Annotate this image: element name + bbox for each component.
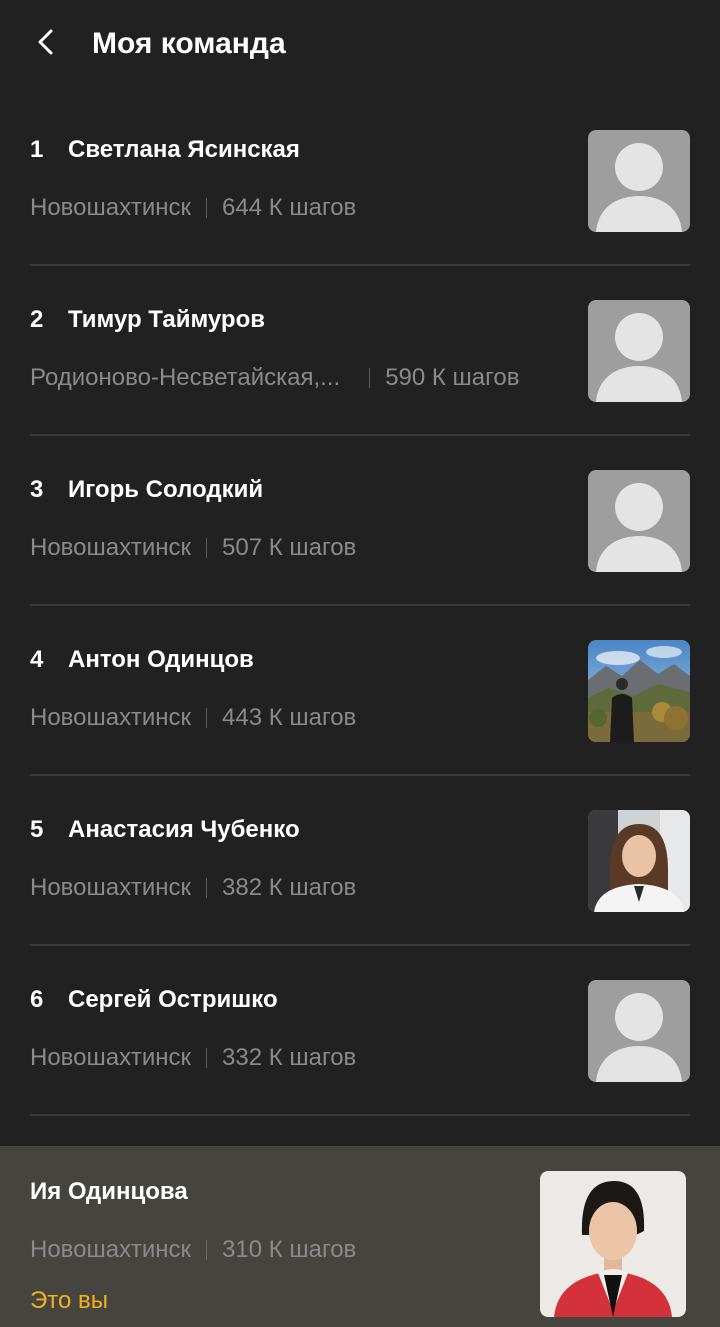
page-title: Моя команда [92,27,286,60]
team-member-row[interactable]: 1 Светлана Ясинская Новошахтинск 644 К ша… [0,96,720,266]
separator [206,708,207,728]
member-heading: 6 Сергей Остришко [30,984,278,1016]
member-steps: 443 К шагов [222,704,357,731]
member-city: Новошахтинск [30,704,191,731]
member-meta: Родионово-Несветайская,... 590 К шагов [30,362,519,394]
current-user-avatar-photo [540,1171,686,1317]
member-heading: 2 Тимур Таймуров [30,304,265,336]
current-user-steps: 310 К шагов [222,1236,357,1263]
user-placeholder-icon [596,993,682,1082]
member-steps: 644 К шагов [222,194,357,221]
separator [206,198,207,218]
avatar [588,130,690,232]
member-heading: 5 Анастасия Чубенко [30,814,300,846]
team-member-row[interactable]: 5 Анастасия Чубенко Новошахтинск 382 К ша… [0,776,720,946]
you-label: Это вы [30,1287,108,1314]
member-rank: 2 [30,306,44,333]
member-steps: 590 К шагов [385,364,520,391]
member-meta: Новошахтинск 507 К шагов [30,532,356,564]
member-heading: 4 Антон Одинцов [30,644,254,676]
member-city: Новошахтинск [30,874,191,901]
member-city: Родионово-Несветайская,... [30,364,341,391]
separator [206,1240,207,1260]
member-meta: Новошахтинск 644 К шагов [30,192,356,224]
avatar-photo [588,810,690,912]
team-member-row[interactable]: 3 Игорь Солодкий Новошахтинск 507 К шагов [0,436,720,606]
member-rank: 3 [30,476,44,503]
member-meta: Новошахтинск 443 К шагов [30,702,356,734]
separator [369,368,371,388]
team-list: 1 Светлана Ясинская Новошахтинск 644 К ша… [0,96,720,1116]
member-name: Сергей Остришко [68,986,278,1013]
woman-portrait-photo [588,810,690,912]
avatar [588,300,690,402]
member-heading: 3 Игорь Солодкий [30,474,263,506]
user-placeholder-icon [596,313,682,402]
avatar-photo [588,640,690,742]
member-steps: 332 К шагов [222,1044,357,1071]
app-header: Моя команда [0,0,720,88]
separator [206,878,207,898]
member-rank: 1 [30,136,44,163]
member-rank: 5 [30,816,44,843]
member-steps: 507 К шагов [222,534,357,561]
member-name: Тимур Таймуров [68,306,266,333]
member-rank: 4 [30,646,44,673]
member-name: Игорь Солодкий [68,476,264,503]
member-name: Антон Одинцов [68,646,254,673]
member-name: Светлана Ясинская [68,136,300,163]
member-meta: Новошахтинск 332 К шагов [30,1042,356,1074]
member-city: Новошахтинск [30,194,191,221]
member-name: Анастасия Чубенко [68,816,300,843]
user-placeholder-icon [596,483,682,572]
avatar [588,980,690,1082]
separator [206,538,207,558]
current-user-name: Ия Одинцова [30,1178,188,1205]
team-member-row[interactable]: 2 Тимур Таймуров Родионово-Несветайская,.… [0,266,720,436]
member-heading: 1 Светлана Ясинская [30,134,300,166]
current-user-city: Новошахтинск [30,1236,191,1263]
member-meta: Новошахтинск 382 К шагов [30,872,356,904]
chevron-left-icon [38,29,53,55]
current-user-card[interactable]: Ия Одинцова Новошахтинск 310 К шагов Это… [0,1146,720,1327]
landscape-portrait-photo [588,640,690,742]
member-city: Новошахтинск [30,1044,191,1071]
user-placeholder-icon [596,143,682,232]
current-user-meta: Новошахтинск 310 К шагов [30,1234,356,1266]
separator [206,1048,207,1068]
avatar [588,470,690,572]
divider [30,1114,690,1116]
woman-portrait-photo [540,1171,686,1317]
member-city: Новошахтинск [30,534,191,561]
team-member-row[interactable]: 6 Сергей Остришко Новошахтинск 332 К шаго… [0,946,720,1116]
member-rank: 6 [30,986,44,1013]
back-button[interactable] [22,18,70,66]
member-steps: 382 К шагов [222,874,357,901]
team-member-row[interactable]: 4 Антон Одинцов Новошахтинск 443 К шагов [0,606,720,776]
